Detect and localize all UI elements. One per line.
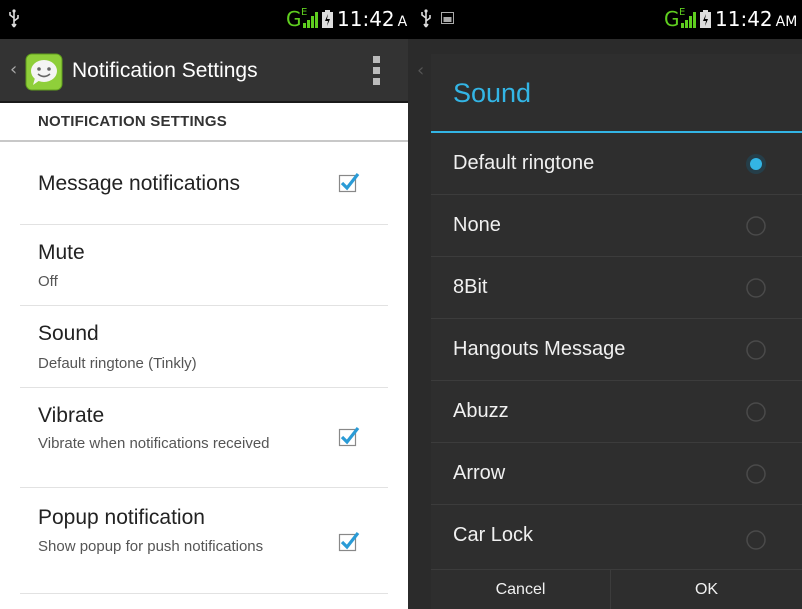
usb-icon	[9, 9, 19, 28]
pref-title: Message notifications	[38, 172, 240, 195]
status-clock: 11:42AM	[715, 8, 797, 33]
pref-sound[interactable]: Sound Default ringtone (Tinkly)	[20, 306, 388, 388]
radio-icon[interactable]	[745, 277, 767, 299]
checkbox-checked-icon[interactable]	[338, 171, 360, 193]
back-caret-icon: ‹	[417, 60, 425, 81]
pref-mute[interactable]: Mute Off	[20, 225, 388, 306]
radio-icon[interactable]	[745, 215, 767, 237]
radio-icon[interactable]	[745, 401, 767, 423]
clock-ampm: AM	[775, 14, 798, 30]
pref-title: Sound	[38, 322, 99, 345]
dialog-title: Sound	[453, 78, 532, 108]
sound-picker-screen: G E 11:42 AM ‹ Sound Default ringtone No…	[408, 0, 802, 609]
ringtone-option-label: None	[453, 214, 501, 236]
ringtone-option[interactable]: 8Bit	[431, 257, 802, 319]
pref-title: Vibrate	[38, 404, 105, 427]
pref-summary: Default ringtone (Tinkly)	[38, 355, 197, 372]
screenshot-notification-icon	[441, 12, 454, 24]
signal-icon	[681, 12, 696, 28]
network-type-label: G	[286, 7, 302, 31]
cancel-button[interactable]: Cancel	[431, 570, 611, 609]
radio-icon[interactable]	[745, 339, 767, 361]
ok-button[interactable]: OK	[611, 570, 802, 609]
checkbox-checked-icon[interactable]	[338, 425, 360, 447]
ringtone-option-label: Default ringtone	[453, 152, 595, 174]
pref-title: Popup notification	[38, 506, 205, 529]
signal-icon	[303, 12, 318, 28]
pref-title: Mute	[38, 241, 85, 264]
battery-icon	[322, 10, 333, 28]
status-clock: 11:42AM	[337, 8, 408, 33]
clock-time: 11:42	[715, 7, 773, 31]
battery-icon	[700, 10, 711, 28]
ringtone-option[interactable]: Arrow	[431, 443, 802, 505]
status-bar: G E 11:42AM	[408, 0, 802, 39]
section-header: NOTIFICATION SETTINGS	[0, 103, 408, 142]
section-header-label: NOTIFICATION SETTINGS	[38, 113, 227, 130]
network-type-label: G	[664, 7, 680, 31]
sound-dialog: Sound Default ringtone None 8Bit Hangout…	[431, 54, 802, 609]
radio-icon[interactable]	[745, 463, 767, 485]
ringtone-option[interactable]: Abuzz	[431, 381, 802, 443]
clock-ampm: AM	[397, 14, 408, 30]
ringtone-option-label: Abuzz	[453, 400, 509, 422]
ringtone-option[interactable]: Car Lock	[431, 505, 802, 569]
action-bar: ‹ Notification Settings	[0, 39, 408, 103]
ringtone-option-label: Car Lock	[453, 524, 534, 546]
ringtone-option-label: Hangouts Message	[453, 338, 626, 360]
notification-settings-screen: G E 11:42AM ‹ Notification Settings	[0, 0, 408, 609]
ringtone-option-label: Arrow	[453, 462, 506, 484]
radio-selected-icon[interactable]	[745, 153, 767, 175]
pref-summary: Show popup for push notifications	[38, 538, 264, 555]
checkbox-checked-icon[interactable]	[338, 530, 360, 552]
radio-icon[interactable]	[745, 529, 767, 551]
messaging-app-icon[interactable]	[25, 53, 63, 91]
overflow-menu-icon[interactable]	[373, 56, 381, 86]
pref-summary: Off	[38, 273, 58, 290]
ringtone-option[interactable]: Default ringtone	[431, 133, 802, 195]
ringtone-option[interactable]: Hangouts Message	[431, 319, 802, 381]
clock-time: 11:42	[337, 7, 395, 31]
page-title: Notification Settings	[72, 59, 258, 82]
ringtone-option-label: 8Bit	[453, 276, 488, 298]
status-bar: G E 11:42AM	[0, 0, 408, 39]
ringtone-option[interactable]: None	[431, 195, 802, 257]
back-caret-icon[interactable]: ‹	[10, 59, 17, 81]
pref-vibrate[interactable]: Vibrate Vibrate when notifications recei…	[20, 388, 388, 488]
pref-message-notifications[interactable]: Message notifications	[20, 143, 388, 225]
usb-icon	[421, 9, 431, 28]
dialog-button-bar: Cancel OK	[431, 569, 802, 609]
pref-summary: Vibrate when notifications received	[38, 435, 270, 452]
pref-popup-notification[interactable]: Popup notification Show popup for push n…	[20, 488, 388, 594]
